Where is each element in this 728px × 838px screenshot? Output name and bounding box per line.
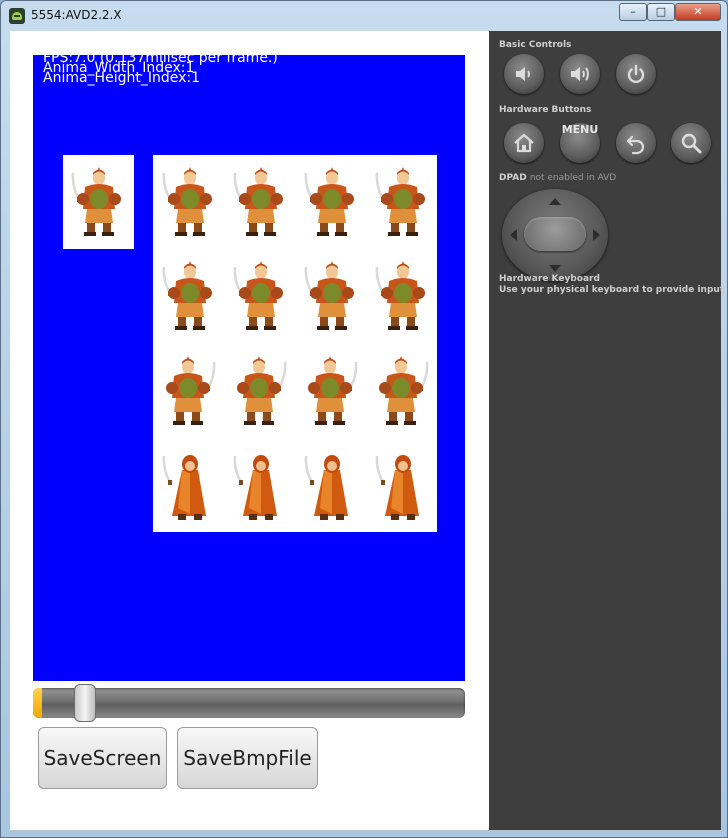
sprite-frame: [233, 167, 283, 237]
sprite-frame: [162, 167, 212, 237]
drawing-canvas: FPS:7.0 (0.137millsec per frame.) Anima_…: [33, 55, 465, 681]
window-title: 5554:AVD2.2.X: [31, 8, 122, 22]
search-button[interactable]: [671, 123, 711, 163]
title-bar[interactable]: 5554:AVD2.2.X – □ ✕: [1, 1, 727, 31]
menu-label: MENU: [561, 123, 599, 136]
volume-down-icon: [516, 67, 530, 81]
dpad[interactable]: [502, 189, 608, 281]
dpad-down-icon: [549, 265, 561, 272]
dpad-note: not enabled in AVD: [529, 173, 617, 183]
menu-button[interactable]: MENU: [560, 123, 600, 163]
sprite-frame: [304, 261, 354, 331]
minimize-button[interactable]: –: [619, 3, 647, 21]
sprite-frame: [165, 355, 215, 425]
device-screen: FPS:7.0 (0.137millsec per frame.) Anima_…: [10, 31, 489, 830]
dpad-title-text: DPAD: [499, 173, 527, 183]
back-button[interactable]: [616, 123, 656, 163]
sprite-frame: [233, 454, 277, 520]
anima-height-index-text: Anima_Height_Index:1: [43, 70, 201, 86]
sprite-frame: [375, 261, 425, 331]
sprite-sheet: [153, 155, 437, 532]
dpad-up-icon: [549, 198, 561, 205]
sprite-frame: [378, 355, 428, 425]
debug-overlay: FPS:7.0 (0.137millsec per frame.) Anima_…: [43, 55, 278, 86]
volume-down-button[interactable]: [504, 54, 544, 94]
sprite-frame: [307, 355, 357, 425]
dpad-left-icon: [510, 229, 517, 241]
hardware-keyboard-title: Hardware Keyboard: [499, 274, 600, 284]
home-icon: [514, 133, 534, 153]
emulator-window: 5554:AVD2.2.X – □ ✕ FPS:7.0 (0.137millse…: [0, 0, 728, 838]
dpad-right-icon: [593, 229, 600, 241]
close-button[interactable]: ✕: [675, 3, 721, 21]
sprite-frame: [375, 167, 425, 237]
animation-seekbar[interactable]: [33, 684, 465, 722]
volume-up-button[interactable]: [560, 54, 600, 94]
seekbar-thumb[interactable]: [73, 684, 96, 722]
seekbar-progress: [33, 688, 42, 718]
sprite-frame: [375, 454, 419, 520]
hardware-buttons-title: Hardware Buttons: [499, 105, 592, 115]
hardware-keyboard-note: Use your physical keyboard to provide in…: [499, 285, 725, 295]
sprite-frame: [162, 454, 206, 520]
save-screen-button[interactable]: SaveScreen: [38, 727, 167, 789]
power-button[interactable]: [616, 54, 656, 94]
sprite-frame: [304, 167, 354, 237]
sprite-preview-box: [63, 155, 134, 249]
volume-up-icon: [571, 67, 589, 81]
android-icon: [9, 8, 25, 24]
power-icon: [627, 64, 645, 84]
basic-controls-title: Basic Controls: [499, 40, 572, 50]
sprite-preview: [71, 167, 121, 236]
save-bmp-file-button[interactable]: SaveBmpFile: [177, 727, 318, 789]
sprite-frame: [162, 261, 212, 331]
back-icon: [626, 135, 645, 155]
dpad-center-button[interactable]: [524, 217, 586, 251]
dpad-title: DPAD not enabled in AVD: [499, 173, 616, 183]
home-button[interactable]: [504, 123, 544, 163]
sprite-frame: [236, 355, 286, 425]
sprite-frame: [304, 454, 348, 520]
sprite-frame: [233, 261, 283, 331]
emulator-controls-panel: Basic Controls Hardware Buttons MENU DPA…: [489, 31, 725, 830]
search-icon: [681, 133, 702, 154]
maximize-button[interactable]: □: [647, 3, 675, 21]
